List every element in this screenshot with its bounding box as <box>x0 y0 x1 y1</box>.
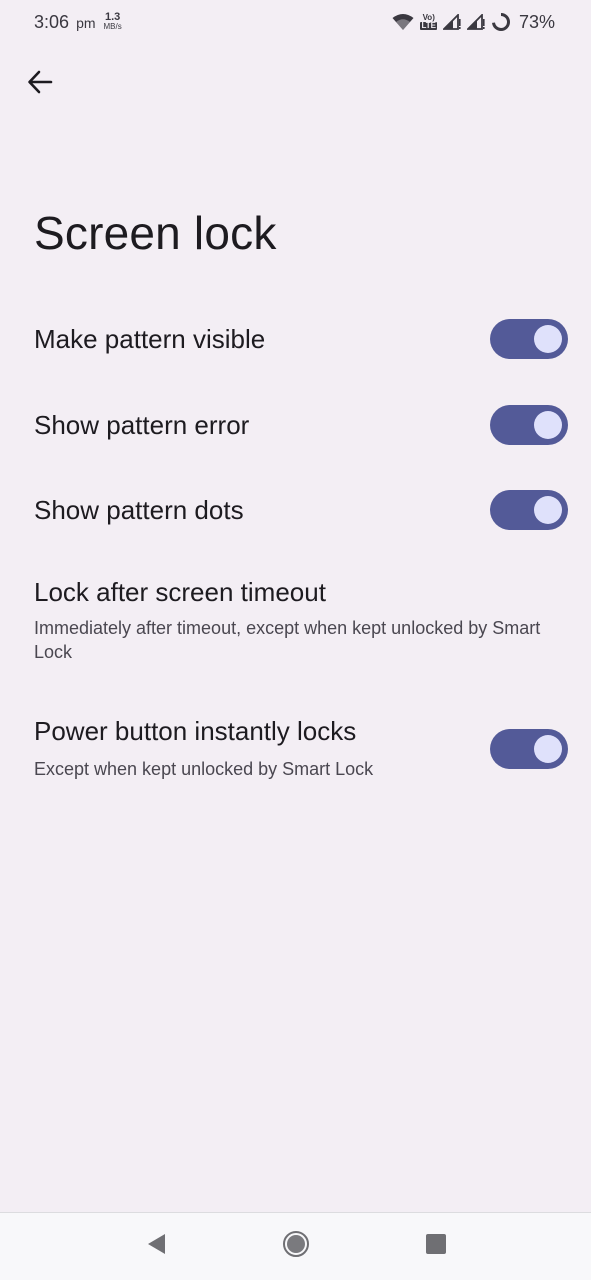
setting-text: Show pattern error <box>34 410 249 441</box>
nav-back-button[interactable] <box>138 1229 174 1265</box>
back-triangle-icon <box>145 1232 167 1261</box>
toggle-thumb <box>534 411 562 439</box>
clock-time: 3:06 <box>34 11 70 32</box>
setting-text: Power button instantly locks Except when… <box>34 716 373 781</box>
setting-text: Make pattern visible <box>34 324 265 355</box>
page-title: Screen lock <box>34 207 277 259</box>
power-button-instantly-locks-toggle[interactable] <box>490 729 568 769</box>
setting-make-pattern-visible[interactable]: Make pattern visible <box>0 296 591 382</box>
setting-title: Show pattern dots <box>34 494 244 525</box>
setting-title: Power button instantly locks <box>34 716 357 746</box>
setting-title: Show pattern error <box>34 409 250 440</box>
make-pattern-visible-toggle[interactable] <box>490 319 568 359</box>
navigation-bar <box>0 1212 591 1280</box>
status-right: Vo) LTE 73% <box>392 12 555 33</box>
network-speed-value: 1.3 <box>104 11 121 23</box>
setting-power-button-instantly-locks[interactable]: Power button instantly locks Except when… <box>0 716 591 786</box>
settings-screen: 3:06 pm 1.3 MB/s Vo) LTE 73% Screen lock… <box>0 0 591 1280</box>
volte-icon: Vo) LTE <box>420 14 437 30</box>
back-button[interactable] <box>18 62 62 106</box>
home-circle-icon <box>282 1230 310 1263</box>
battery-ring-icon <box>491 12 511 32</box>
network-speed-unit: MB/s <box>103 22 122 31</box>
setting-text: Lock after screen timeout Immediately af… <box>34 577 554 664</box>
toggle-thumb <box>534 735 562 763</box>
wifi-icon <box>392 13 414 31</box>
recents-square-icon <box>425 1233 447 1260</box>
volte-lte-label: LTE <box>420 21 437 30</box>
setting-title: Lock after screen timeout <box>34 577 326 607</box>
battery-percentage: 73% <box>518 11 555 32</box>
nav-home-button[interactable] <box>278 1229 314 1265</box>
setting-lock-after-screen-timeout[interactable]: Lock after screen timeout Immediately af… <box>0 577 591 677</box>
status-left: 3:06 pm 1.3 MB/s <box>34 12 122 33</box>
setting-show-pattern-dots[interactable]: Show pattern dots <box>0 467 591 553</box>
clock: 3:06 pm <box>34 12 96 33</box>
clock-ampm: pm <box>76 14 96 31</box>
network-speed: 1.3 MB/s <box>103 11 122 32</box>
arrow-back-icon <box>27 69 53 100</box>
toggle-thumb <box>534 496 562 524</box>
setting-summary: Immediately after timeout, except when k… <box>34 618 541 662</box>
setting-show-pattern-error[interactable]: Show pattern error <box>0 382 591 468</box>
signal-icon <box>442 14 461 30</box>
show-pattern-error-toggle[interactable] <box>490 405 568 445</box>
show-pattern-dots-toggle[interactable] <box>490 490 568 530</box>
toggle-thumb <box>534 325 562 353</box>
setting-title: Make pattern visible <box>34 323 266 354</box>
status-bar: 3:06 pm 1.3 MB/s Vo) LTE 73% <box>0 0 591 44</box>
nav-recents-button[interactable] <box>418 1229 454 1265</box>
signal-icon <box>466 14 485 30</box>
setting-summary: Except when kept unlocked by Smart Lock <box>34 759 374 779</box>
setting-text: Show pattern dots <box>34 495 244 526</box>
